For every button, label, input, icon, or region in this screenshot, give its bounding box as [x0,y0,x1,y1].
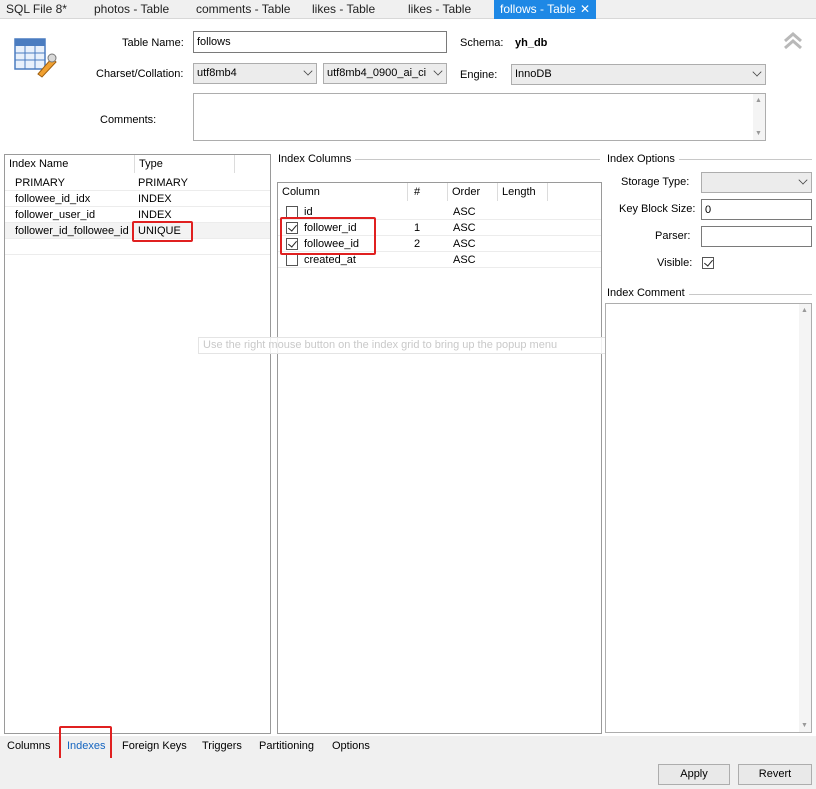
column-number-cell: 1 [414,222,421,234]
tab-triggers[interactable]: Triggers [202,740,242,752]
scroll-down-icon: ▼ [801,722,808,729]
column-order-cell: ASC [453,206,476,218]
scroll-up-icon: ▲ [755,97,762,104]
chevron-down-icon [433,66,443,76]
tab-comments-table[interactable]: comments - Table [190,0,296,19]
charset-label: Charset/Collation: [96,68,184,80]
engine-select[interactable]: InnoDB [511,64,766,85]
tab-label: follows - Table [500,2,576,16]
engine-value: InnoDB [515,68,552,80]
key-block-size-label: Key Block Size: [619,203,696,215]
index-columns-title: Index Columns [278,153,356,165]
revert-button[interactable]: Revert [738,764,812,785]
storage-type-select[interactable] [701,172,812,193]
index-comment-title: Index Comment [607,287,689,299]
tab-partitioning[interactable]: Partitioning [259,740,314,752]
chevron-down-icon [798,175,808,185]
tab-options[interactable]: Options [332,740,370,752]
visible-label: Visible: [657,257,693,269]
charset-value: utf8mb4 [197,67,237,79]
charset-select[interactable]: utf8mb4 [193,63,317,84]
tab-photos-table[interactable]: photos - Table [88,0,183,19]
column-header-index-name[interactable]: Index Name [5,155,135,173]
close-icon[interactable]: ✕ [580,0,590,18]
tab-likes-table-2[interactable]: likes - Table [402,0,488,19]
tab-foreign-keys[interactable]: Foreign Keys [122,740,187,752]
include-checkbox[interactable] [286,254,298,266]
tab-follows-table[interactable]: follows - Table ✕ [494,0,596,19]
column-header-length[interactable]: Length [498,183,548,201]
engine-label: Engine: [460,69,498,81]
index-name-cell: PRIMARY [15,177,65,189]
table-name-label: Table Name: [122,37,184,49]
parser-input[interactable] [701,226,812,247]
chevron-down-icon [303,66,313,76]
column-number-cell [410,252,446,268]
highlight-columns-box [280,217,376,255]
comments-label: Comments: [100,114,157,126]
index-comment-textarea[interactable]: ▲ ▼ [605,303,812,733]
index-type-cell: PRIMARY [138,177,188,189]
schema-value: yh_db [515,37,548,49]
column-order-cell: ASC [453,238,476,250]
tab-likes-table[interactable]: likes - Table [306,0,396,19]
tab-sql-file[interactable]: SQL File 8* [0,0,84,19]
column-header-column[interactable]: Column [278,183,408,201]
column-order-cell: ASC [453,222,476,234]
table-icon [14,36,58,78]
index-name-cell: followee_id_idx [15,193,91,205]
comments-scrollbar[interactable]: ▲ ▼ [753,94,765,140]
table-row[interactable]: followee_id_idx INDEX [5,191,270,207]
column-number-cell: 2 [414,238,421,250]
collation-select[interactable]: utf8mb4_0900_ai_ci [323,63,447,84]
comments-textarea[interactable]: ▲ ▼ [193,93,766,141]
highlight-unique-box [132,221,193,242]
column-header-type[interactable]: Type [135,155,235,173]
column-order-cell: ASC [453,254,476,266]
index-columns-grid[interactable]: Column # Order Length id ASC follower_id… [277,182,602,734]
table-row[interactable]: PRIMARY PRIMARY [5,175,270,191]
index-comment-scrollbar[interactable]: ▲ ▼ [799,304,811,732]
footer-bar: Apply Revert [0,758,816,789]
visible-checkbox[interactable] [702,257,714,269]
parser-label: Parser: [655,230,691,242]
index-list-header: Index Name Type [5,155,270,173]
collapse-chevron-icon[interactable] [782,30,804,52]
storage-type-label: Storage Type: [621,176,690,188]
editor-section-tabs: Columns Indexes Foreign Keys Triggers Pa… [0,736,816,758]
chevron-down-icon [752,67,762,77]
key-block-size-input[interactable]: 0 [701,199,812,220]
index-type-cell: INDEX [138,193,172,205]
column-header-order[interactable]: Order [448,183,498,201]
apply-button[interactable]: Apply [658,764,730,785]
index-name-cell: follower_id_followee_id [15,225,129,237]
schema-label: Schema: [460,37,504,49]
table-name-input[interactable]: follows [193,31,447,53]
index-name-cell: follower_user_id [15,209,96,221]
editor-tab-bar: SQL File 8* photos - Table comments - Ta… [0,0,816,19]
scroll-up-icon: ▲ [801,307,808,314]
scroll-down-icon: ▼ [755,130,762,137]
grid-hint-tooltip: Use the right mouse button on the index … [198,337,616,354]
column-header-number[interactable]: # [408,183,448,201]
column-number-cell [410,204,446,220]
index-columns-header: Column # Order Length [278,183,601,201]
index-options-title: Index Options [607,153,679,165]
tab-columns[interactable]: Columns [7,740,50,752]
collation-value: utf8mb4_0900_ai_ci [327,67,427,79]
